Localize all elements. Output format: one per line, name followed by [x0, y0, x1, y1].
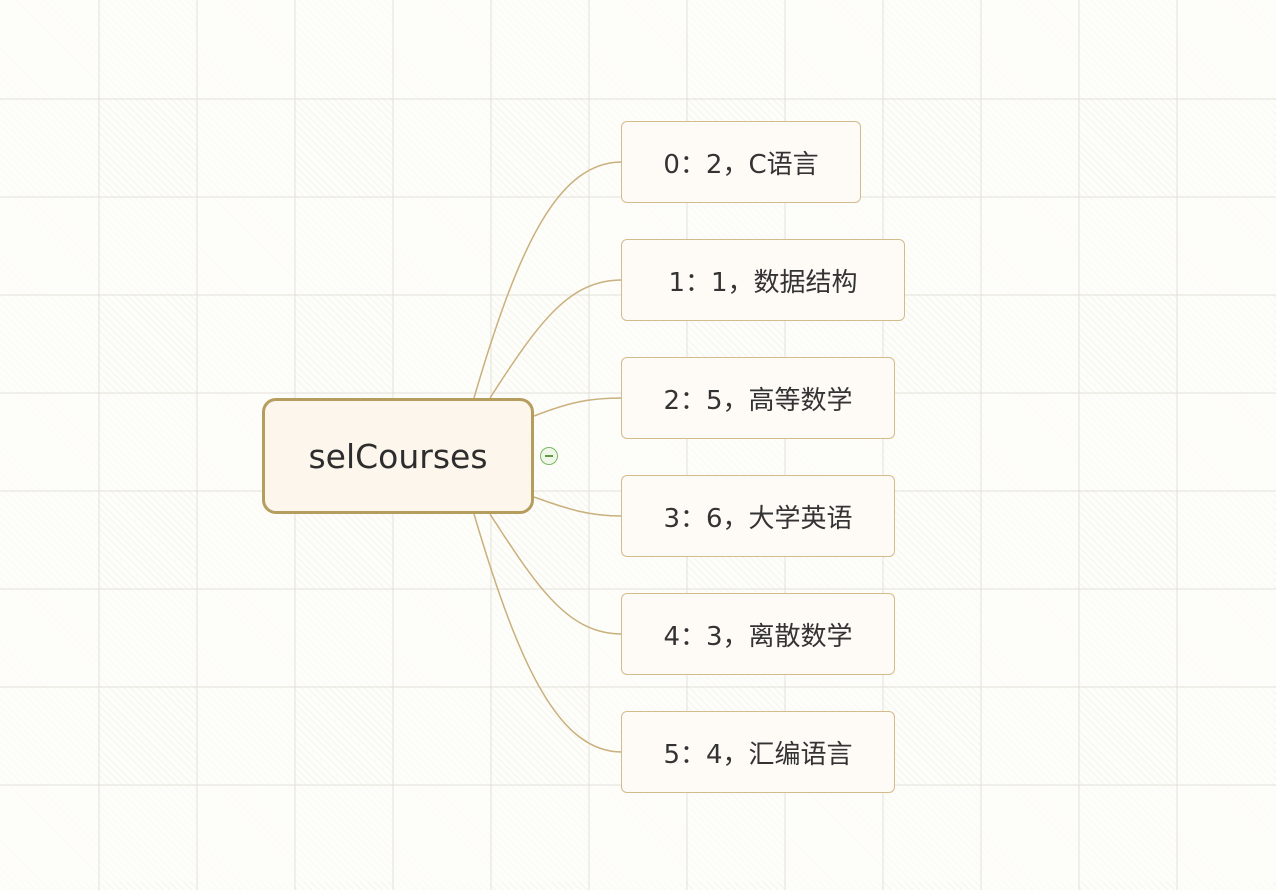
subtopic-0[interactable]: 0：2，C语言 [621, 121, 861, 203]
collapse-toggle-icon[interactable] [540, 447, 558, 465]
connector-line [473, 161, 623, 399]
connector-line [473, 513, 623, 753]
connector-line [533, 496, 623, 517]
subtopic-5[interactable]: 5：4，汇编语言 [621, 711, 895, 793]
subtopic-2[interactable]: 2：5，高等数学 [621, 357, 895, 439]
central-topic[interactable]: selCourses [262, 398, 534, 514]
connector-line [489, 279, 623, 399]
connector-line [489, 513, 623, 635]
subtopic-4[interactable]: 4：3，离散数学 [621, 593, 895, 675]
subtopic-3[interactable]: 3：6，大学英语 [621, 475, 895, 557]
subtopic-1[interactable]: 1：1，数据结构 [621, 239, 905, 321]
minus-icon [545, 455, 553, 457]
connector-line [533, 397, 623, 417]
